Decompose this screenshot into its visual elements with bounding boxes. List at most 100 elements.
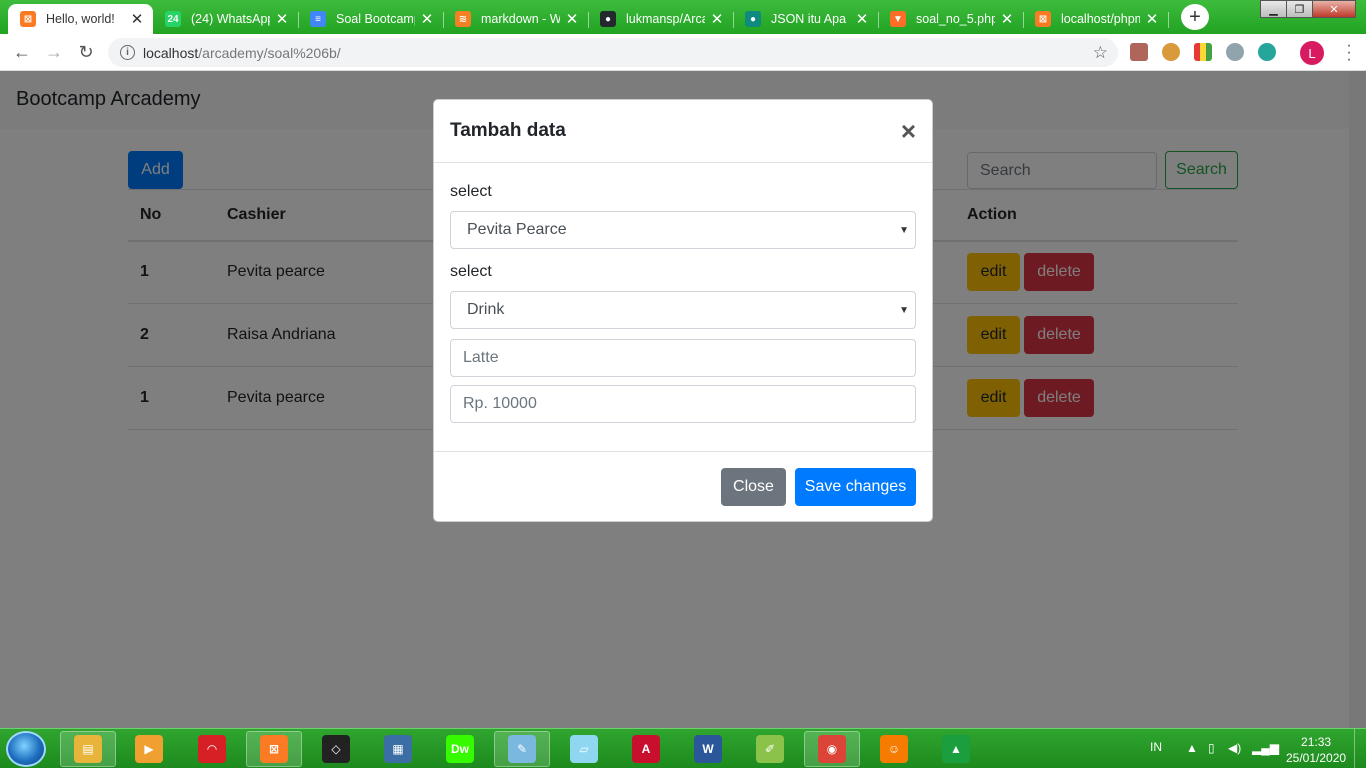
taskbar-app[interactable]: ▶ bbox=[121, 731, 177, 767]
modal-body: select Pevita Pearce ▼ select Drink ▼ La… bbox=[434, 163, 932, 452]
product-name-input[interactable]: Latte bbox=[450, 339, 916, 377]
save-changes-button[interactable]: Save changes bbox=[795, 468, 916, 506]
start-button[interactable] bbox=[6, 731, 46, 767]
tab-title: localhost/phpm bbox=[1061, 12, 1140, 26]
browser-toolbar: ← → ↻ i localhost/arcademy/soal%206b/ ☆ … bbox=[0, 34, 1366, 71]
info-icon[interactable]: i bbox=[120, 45, 135, 60]
close-icon[interactable]: × bbox=[901, 118, 916, 144]
price-input[interactable]: Rp. 10000 bbox=[450, 385, 916, 423]
url-path: /arcademy/soal%206b/ bbox=[198, 44, 341, 61]
category-select[interactable]: Drink ▼ bbox=[450, 291, 916, 329]
browser-tab[interactable]: ≡ Soal Bootcamp ✕ bbox=[298, 4, 444, 34]
close-button[interactable]: Close bbox=[721, 468, 786, 506]
paint-icon: ✎ bbox=[508, 735, 536, 763]
tray-expand-icon[interactable]: ▲ bbox=[1186, 741, 1198, 755]
category-select-label: select bbox=[450, 263, 492, 280]
whatsapp-icon: 24 bbox=[165, 11, 181, 27]
tab-close-icon[interactable]: ✕ bbox=[274, 10, 290, 28]
taskbar-app[interactable]: ▤ bbox=[60, 731, 116, 767]
battery-icon[interactable]: ▯ bbox=[1208, 741, 1215, 755]
url-host: localhost bbox=[143, 44, 199, 61]
uc-browser-icon: ☺ bbox=[880, 735, 908, 763]
taskbar-app[interactable]: A bbox=[618, 731, 674, 767]
browser-tabstrip: ⊠ Hello, world! ✕ 24 (24) WhatsApp ✕ ≡ Soal Boo… bbox=[0, 0, 1366, 34]
site-icon: ● bbox=[745, 11, 761, 27]
tab-close-icon[interactable]: ✕ bbox=[564, 10, 580, 28]
modal-header: Tambah data × bbox=[434, 100, 932, 163]
cookie-extension-icon[interactable] bbox=[1162, 43, 1180, 61]
taskbar-app[interactable]: Dw bbox=[432, 731, 488, 767]
browser-tab[interactable]: ● JSON itu Apa S ✕ bbox=[733, 4, 879, 34]
pdf-extension-icon[interactable] bbox=[1130, 43, 1148, 61]
tab-close-icon[interactable]: ✕ bbox=[854, 10, 870, 28]
dropdown-caret-icon: ▼ bbox=[899, 304, 909, 316]
browser-tab[interactable]: ⊠ Hello, world! ✕ bbox=[8, 4, 153, 34]
clock[interactable]: 21:33 25/01/2020 bbox=[1286, 734, 1346, 766]
add-data-modal: Tambah data × select Pevita Pearce ▼ sel… bbox=[433, 99, 933, 522]
bookmark-star-icon[interactable]: ☆ bbox=[1093, 43, 1108, 63]
tab-title: Soal Bootcamp bbox=[336, 12, 415, 26]
taskbar-app[interactable]: ◇ bbox=[308, 731, 364, 767]
system-tray: IN ▲ ▯ ◀) ▂▄▆ 21:33 25/01/2020 bbox=[1136, 729, 1366, 768]
menu-dots-icon[interactable]: · · · bbox=[1343, 38, 1355, 68]
category-select-value: Drink bbox=[467, 301, 505, 318]
browser-tab[interactable]: 24 (24) WhatsApp ✕ bbox=[153, 4, 299, 34]
taskbar-app[interactable]: ⊠ bbox=[246, 731, 302, 767]
gitlab-icon: ▼ bbox=[890, 11, 906, 27]
xampp-icon: ⊠ bbox=[260, 735, 288, 763]
taskbar-app[interactable]: ◠ bbox=[184, 731, 240, 767]
forward-icon[interactable]: → bbox=[42, 41, 66, 63]
taskbar-app[interactable]: ☺ bbox=[866, 731, 922, 767]
volume-icon[interactable]: ◀) bbox=[1228, 741, 1241, 755]
tab-title: (24) WhatsApp bbox=[191, 12, 270, 26]
tab-close-icon[interactable]: ✕ bbox=[999, 10, 1015, 28]
back-icon[interactable]: ← bbox=[10, 41, 34, 63]
address-bar[interactable]: i localhost/arcademy/soal%206b/ ☆ bbox=[108, 38, 1118, 67]
globe-extension-icon[interactable] bbox=[1258, 43, 1276, 61]
browser-tab[interactable]: ▼ soal_no_5.php ✕ bbox=[878, 4, 1024, 34]
browser-tab[interactable]: ⊠ localhost/phpm ✕ bbox=[1023, 4, 1169, 34]
taskbar-app[interactable]: ✎ bbox=[494, 731, 550, 767]
minimize-button[interactable]: ▁ bbox=[1260, 0, 1287, 18]
tab-title: markdown - W bbox=[481, 12, 560, 26]
tab-title: JSON itu Apa S bbox=[771, 12, 850, 26]
tab-close-icon[interactable]: ✕ bbox=[419, 10, 435, 28]
taskbar-app[interactable]: ✐ bbox=[742, 731, 798, 767]
dreamweaver-icon: Dw bbox=[446, 735, 474, 763]
media-player-icon: ▶ bbox=[135, 735, 163, 763]
show-desktop-button[interactable] bbox=[1354, 729, 1366, 768]
taskbar-app[interactable]: ▱ bbox=[556, 731, 612, 767]
windows-taskbar: ▤ ▶ ◠ ⊠ ◇ ▦ Dw ✎ ▱ A W ✐ ◉ ☺ ▲ IN ▲ ▯ ◀) ▂▄▆ 21:33 25/… bbox=[0, 728, 1366, 768]
taskbar-app[interactable]: ▦ bbox=[370, 731, 426, 767]
reload-icon[interactable]: ↻ bbox=[74, 41, 98, 63]
taskbar-app[interactable]: ▲ bbox=[928, 731, 984, 767]
network-icon[interactable]: ▂▄▆ bbox=[1252, 741, 1279, 755]
notepad-icon: ▦ bbox=[384, 735, 412, 763]
acrobat-icon: A bbox=[632, 735, 660, 763]
dropdown-caret-icon: ▼ bbox=[899, 224, 909, 236]
xampp-icon: ⊠ bbox=[1035, 11, 1051, 27]
extension-icon[interactable] bbox=[1226, 43, 1244, 61]
taskbar-app[interactable]: W bbox=[680, 731, 736, 767]
chrome-icon: ◉ bbox=[818, 735, 846, 763]
color-extension-icon[interactable] bbox=[1194, 43, 1212, 61]
tab-close-icon[interactable]: ✕ bbox=[129, 10, 145, 28]
browser-tab[interactable]: ≋ markdown - W ✕ bbox=[443, 4, 589, 34]
file-explorer-icon: ▤ bbox=[74, 735, 102, 763]
cashier-select[interactable]: Pevita Pearce ▼ bbox=[450, 211, 916, 249]
maximize-button[interactable]: ❐ bbox=[1286, 0, 1313, 18]
tab-close-icon[interactable]: ✕ bbox=[709, 10, 725, 28]
tab-close-icon[interactable]: ✕ bbox=[1144, 10, 1160, 28]
profile-avatar[interactable]: L bbox=[1300, 41, 1324, 65]
browser-tab[interactable]: ● lukmansp/Arca ✕ bbox=[588, 4, 734, 34]
new-tab-button[interactable]: + bbox=[1181, 4, 1209, 30]
language-indicator[interactable]: IN bbox=[1150, 740, 1162, 754]
modal-footer: Close Save changes bbox=[434, 452, 932, 522]
taskbar-app[interactable]: ◉ bbox=[804, 731, 860, 767]
word-icon: W bbox=[694, 735, 722, 763]
clock-date: 25/01/2020 bbox=[1286, 751, 1347, 765]
unity-icon: ◇ bbox=[322, 735, 350, 763]
tab-title: lukmansp/Arca bbox=[626, 12, 705, 26]
modal-title: Tambah data bbox=[450, 120, 566, 141]
close-window-button[interactable]: ✕ bbox=[1312, 0, 1356, 18]
